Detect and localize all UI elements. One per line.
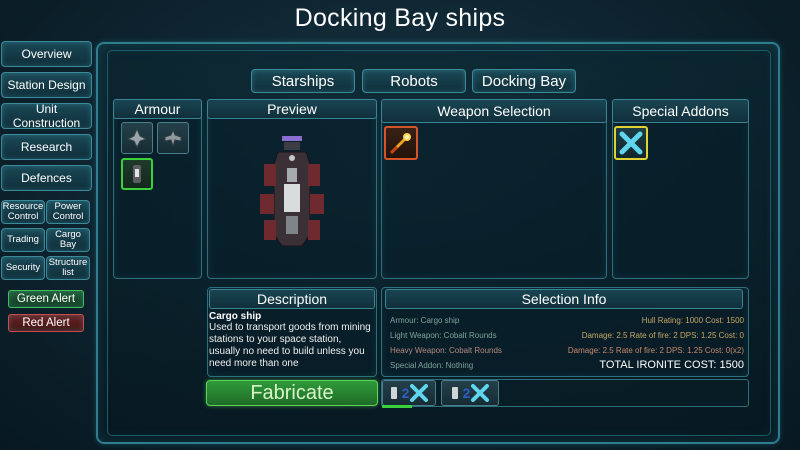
preview-header: Preview [207,99,377,119]
sidebar-item-research[interactable]: Research [1,134,92,160]
cargo-ship-icon [451,387,458,399]
fabricate-button[interactable]: Fabricate [206,380,378,406]
weapon-header: Weapon Selection [381,99,607,123]
queue-item-1-count: 2 [401,385,410,401]
info-row-armour: Armour: Cargo ship Hull Rating: 1000 Cos… [390,313,744,328]
queue-item-1[interactable]: 2 [382,380,436,406]
green-alert-button[interactable]: Green Alert [8,290,84,308]
weapon-slot-1[interactable] [384,126,418,160]
tab-docking-bay[interactable]: Docking Bay [472,69,576,93]
cobalt-rounds-icon [389,133,411,155]
info-special-label: Special Addon: Nothing [390,361,474,370]
queue-item-2[interactable]: 2 [441,380,499,406]
info-light-label: Light Weapon: Cobalt Rounds [390,331,497,340]
sidebar-item-unit-construction[interactable]: Unit Construction [1,102,92,130]
info-heavy-stats: Damage: 2.5 Rate of fire: 2 DPS: 1.25 Co… [567,346,744,355]
page-title: Docking Bay ships [294,4,506,32]
selection-info-header: Selection Info [385,289,743,309]
cargo-ship-icon [390,387,397,399]
info-armour-stats: Hull Rating: 1000 Cost: 1500 [641,316,744,325]
queue-progress-bar [382,405,412,408]
queue-item-2-count: 2 [462,385,471,401]
cargo-ship-icon [133,165,141,183]
red-alert-button[interactable]: Red Alert [8,314,84,332]
tab-starships[interactable]: Starships [251,69,355,93]
armour-slot-2[interactable] [157,122,189,154]
description-ship-name: Cargo ship [209,311,262,322]
sidebar-item-station-design[interactable]: Station Design [1,72,92,98]
build-queue-bar [381,379,749,407]
remove-queue-x-icon[interactable] [470,384,490,402]
armour-slot-1[interactable] [121,122,153,154]
description-header: Description [209,289,375,309]
description-text: Used to transport goods from mining stat… [209,322,371,369]
drone-ship-icon [164,128,182,148]
info-row-light-weapon: Light Weapon: Cobalt Rounds Damage: 2.5 … [390,328,744,343]
info-row-heavy-weapon: Heavy Weapon: Cobalt Rounds Damage: 2.5 … [390,343,744,358]
sidebar-item-cargo-bay[interactable]: Cargo Bay [46,228,90,252]
remove-queue-x-icon[interactable] [409,384,429,402]
sidebar-item-power-control[interactable]: Power Control [46,200,90,224]
sidebar-item-resource-control[interactable]: Resource Control [1,200,45,224]
tab-robots[interactable]: Robots [362,69,466,93]
special-slot-1[interactable] [614,126,648,160]
total-ironite-cost: TOTAL IRONITE COST: 1500 [599,359,744,371]
info-armour-label: Armour: Cargo ship [390,316,460,325]
special-header: Special Addons [612,99,749,123]
sidebar-item-structure-list[interactable]: Structure list [46,256,90,280]
ship-preview [252,134,332,250]
sidebar-item-security[interactable]: Security [1,256,45,280]
sidebar-item-defences[interactable]: Defences [1,165,92,191]
armour-header: Armour [113,99,202,119]
armour-slot-3-selected[interactable] [121,158,153,190]
fighter-ship-icon [126,127,148,149]
cargo-ship-preview-icon [260,136,324,247]
sidebar-item-overview[interactable]: Overview [1,41,92,67]
sidebar-item-trading[interactable]: Trading [1,228,45,252]
info-light-stats: Damage: 2.5 Rate of fire: 2 DPS: 1.25 Co… [581,331,744,340]
info-heavy-label: Heavy Weapon: Cobalt Rounds [390,346,502,355]
empty-slot-x-icon [619,131,643,155]
